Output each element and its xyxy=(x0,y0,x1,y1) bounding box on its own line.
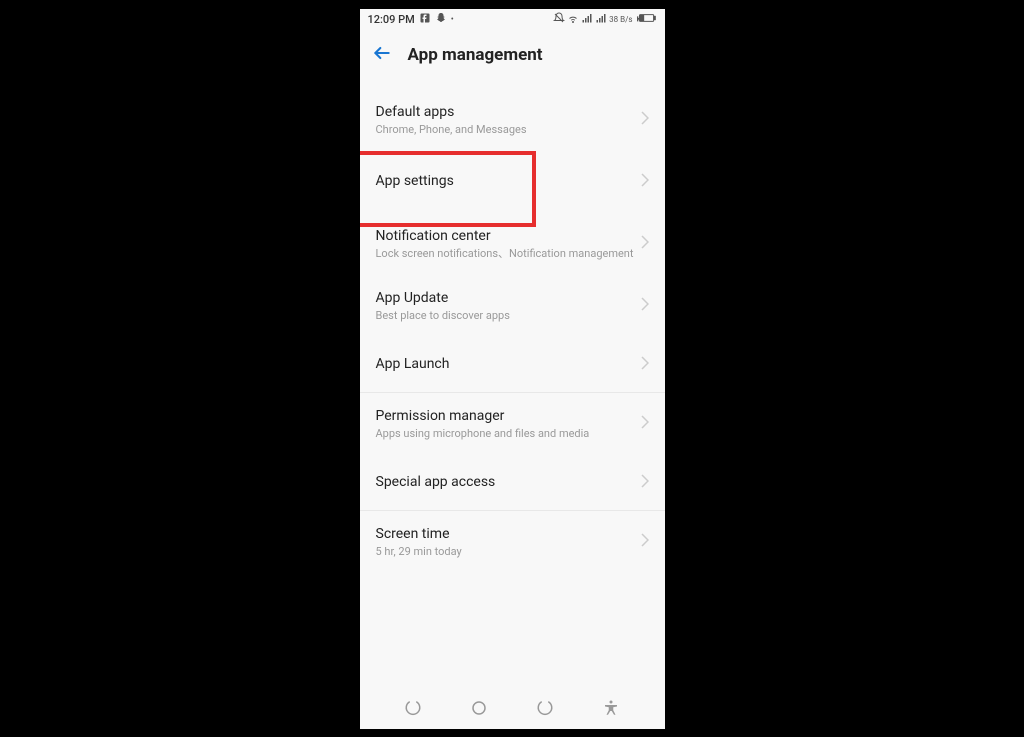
page-title: App management xyxy=(408,45,543,65)
list-item-app-launch[interactable]: App Launch xyxy=(360,337,665,392)
settings-list: Default apps Chrome, Phone, and Messages… xyxy=(360,79,665,573)
header: App management xyxy=(360,31,665,79)
item-text: Notification center Lock screen notifica… xyxy=(376,227,641,260)
item-title: Permission manager xyxy=(376,407,641,425)
nav-bar xyxy=(360,687,665,729)
item-title: Default apps xyxy=(376,103,641,121)
status-right: 38 B/s + xyxy=(553,12,656,27)
item-title: Special app access xyxy=(376,473,641,491)
chevron-right-icon xyxy=(641,414,649,433)
chevron-right-icon xyxy=(641,355,649,374)
list-item-app-update[interactable]: App Update Best place to discover apps xyxy=(360,275,665,337)
item-text: App Launch xyxy=(376,355,641,373)
item-sub: Chrome, Phone, and Messages xyxy=(376,123,641,136)
item-sub: Apps using microphone and files and medi… xyxy=(376,427,641,440)
item-title: Notification center xyxy=(376,227,641,245)
item-text: Default apps Chrome, Phone, and Messages xyxy=(376,103,641,136)
dot-icon: • xyxy=(451,15,454,25)
svg-text:+: + xyxy=(637,14,640,23)
back-arrow-icon[interactable] xyxy=(372,43,392,67)
nav-home-icon[interactable] xyxy=(459,699,499,717)
status-bar: 12:09 PM • 38 B/s + xyxy=(360,9,665,31)
item-title: Screen time xyxy=(376,525,641,543)
list-item-app-settings[interactable]: App settings xyxy=(360,151,665,213)
signal-icon-1 xyxy=(581,12,593,27)
chevron-right-icon xyxy=(641,172,649,191)
net-speed: 38 B/s xyxy=(609,16,632,24)
item-title: App Launch xyxy=(376,355,641,373)
item-sub: Lock screen notifications、Notification m… xyxy=(376,247,641,260)
nav-accessibility-icon[interactable] xyxy=(591,699,631,717)
chevron-right-icon xyxy=(641,110,649,129)
list-item-permission-manager[interactable]: Permission manager Apps using microphone… xyxy=(360,393,665,455)
nav-back-icon[interactable] xyxy=(525,699,565,717)
chevron-right-icon xyxy=(641,296,649,315)
item-title: App settings xyxy=(376,172,641,190)
facebook-icon xyxy=(419,12,431,27)
item-sub: Best place to discover apps xyxy=(376,309,641,322)
item-text: App Update Best place to discover apps xyxy=(376,289,641,322)
item-text: Screen time 5 hr, 29 min today xyxy=(376,525,641,558)
status-time: 12:09 PM xyxy=(368,13,415,26)
item-sub: 5 hr, 29 min today xyxy=(376,545,641,558)
list-item-special-app-access[interactable]: Special app access xyxy=(360,455,665,510)
signal-icon-2 xyxy=(595,12,607,27)
chevron-right-icon xyxy=(641,234,649,253)
wifi-icon xyxy=(567,12,579,27)
battery-icon: + xyxy=(637,12,657,27)
dnd-icon xyxy=(553,12,565,27)
item-text: Permission manager Apps using microphone… xyxy=(376,407,641,440)
item-title: App Update xyxy=(376,289,641,307)
item-text: Special app access xyxy=(376,473,641,491)
status-left: 12:09 PM • xyxy=(368,12,454,27)
snapchat-icon xyxy=(435,12,447,27)
phone-frame: 12:09 PM • 38 B/s + xyxy=(360,9,665,729)
list-item-screen-time[interactable]: Screen time 5 hr, 29 min today xyxy=(360,511,665,573)
list-item-default-apps[interactable]: Default apps Chrome, Phone, and Messages xyxy=(360,89,665,151)
item-text: App settings xyxy=(376,172,641,190)
nav-recent-icon[interactable] xyxy=(393,699,433,717)
chevron-right-icon xyxy=(641,532,649,551)
chevron-right-icon xyxy=(641,473,649,492)
list-item-notification-center[interactable]: Notification center Lock screen notifica… xyxy=(360,213,665,275)
